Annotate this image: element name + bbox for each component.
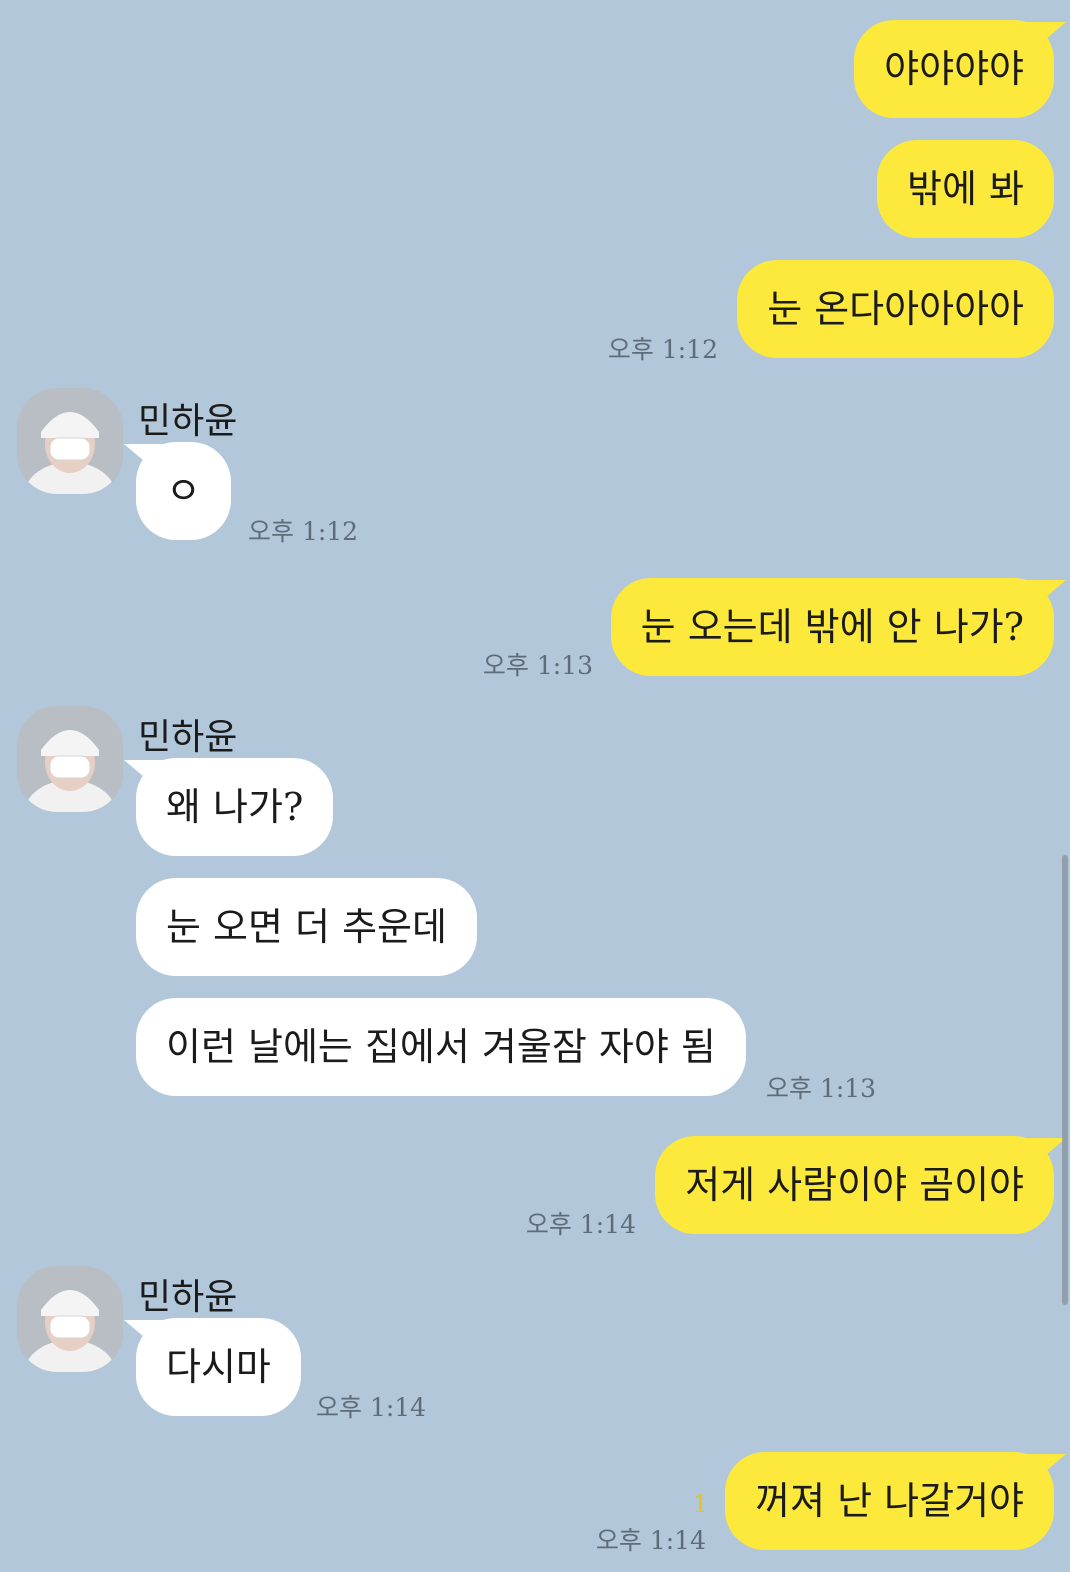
bubble-tail bbox=[124, 1320, 164, 1354]
message-timestamp: 오후 1:13 bbox=[766, 1074, 877, 1103]
avatar[interactable] bbox=[17, 1266, 123, 1372]
message-timestamp: 오후 1:14 bbox=[595, 1526, 706, 1555]
bubble-tail bbox=[1026, 1454, 1066, 1488]
avatar[interactable] bbox=[17, 706, 123, 812]
their-message-bubble[interactable]: ㅇ bbox=[124, 442, 231, 540]
message-timestamp: 오후 1:13 bbox=[482, 651, 593, 680]
my-message-bubble[interactable]: 밖에 봐 bbox=[877, 140, 1054, 238]
message-text: 저게 사람이야 곰이야 bbox=[685, 1163, 1024, 1207]
their-message-bubble[interactable]: 왜 나가? bbox=[124, 758, 334, 856]
bubble-tail bbox=[124, 760, 164, 794]
their-message-bubble[interactable]: 이런 날에는 집에서 겨울잠 자야 됨 bbox=[136, 998, 746, 1096]
message-text: 이런 날에는 집에서 겨울잠 자야 됨 bbox=[166, 1025, 716, 1069]
message-text: 꺼져 난 나갈거야 bbox=[755, 1479, 1024, 1523]
their-message-bubble[interactable]: 눈 오면 더 추운데 bbox=[136, 878, 477, 976]
message-text: 눈 오면 더 추운데 bbox=[166, 905, 447, 949]
my-message-bubble[interactable]: 눈 온다아아아아 bbox=[737, 260, 1054, 358]
bubble-tail bbox=[1026, 22, 1066, 56]
message-timestamp: 오후 1:14 bbox=[525, 1210, 636, 1239]
message-text: 눈 온다아아아아 bbox=[767, 287, 1024, 331]
their-message-bubble[interactable]: 다시마 bbox=[124, 1318, 301, 1416]
avatar-image bbox=[17, 1266, 123, 1372]
my-message-bubble[interactable]: 야야야야 bbox=[854, 20, 1066, 118]
message-timestamp: 오후 1:12 bbox=[607, 335, 718, 364]
message-text: 눈 오는데 밖에 안 나가? bbox=[640, 605, 1024, 649]
bubble-tail bbox=[1026, 580, 1066, 614]
bubble-tail bbox=[124, 444, 164, 478]
scrollbar[interactable] bbox=[1062, 855, 1068, 1305]
message-text: 야야야야 bbox=[884, 47, 1024, 91]
message-timestamp: 오후 1:14 bbox=[316, 1393, 427, 1422]
message-text: 왜 나가? bbox=[166, 785, 304, 829]
unread-count: 1 bbox=[692, 1490, 708, 1518]
avatar-image bbox=[17, 706, 123, 812]
message-text: 다시마 bbox=[166, 1345, 271, 1389]
bubble-tail bbox=[1026, 1138, 1066, 1172]
sender-name: 민하윤 bbox=[138, 401, 238, 442]
message-timestamp: 오후 1:12 bbox=[248, 517, 359, 546]
message-text: ㅇ bbox=[166, 469, 201, 513]
avatar[interactable] bbox=[17, 388, 123, 494]
sender-name: 민하윤 bbox=[138, 717, 238, 758]
my-message-bubble[interactable]: 꺼져 난 나갈거야 bbox=[725, 1452, 1066, 1550]
sender-name: 민하윤 bbox=[138, 1277, 238, 1318]
avatar-image bbox=[17, 388, 123, 494]
my-message-bubble[interactable]: 눈 오는데 밖에 안 나가? bbox=[610, 578, 1066, 676]
message-text: 밖에 봐 bbox=[907, 167, 1024, 211]
my-message-bubble[interactable]: 저게 사람이야 곰이야 bbox=[655, 1136, 1066, 1234]
